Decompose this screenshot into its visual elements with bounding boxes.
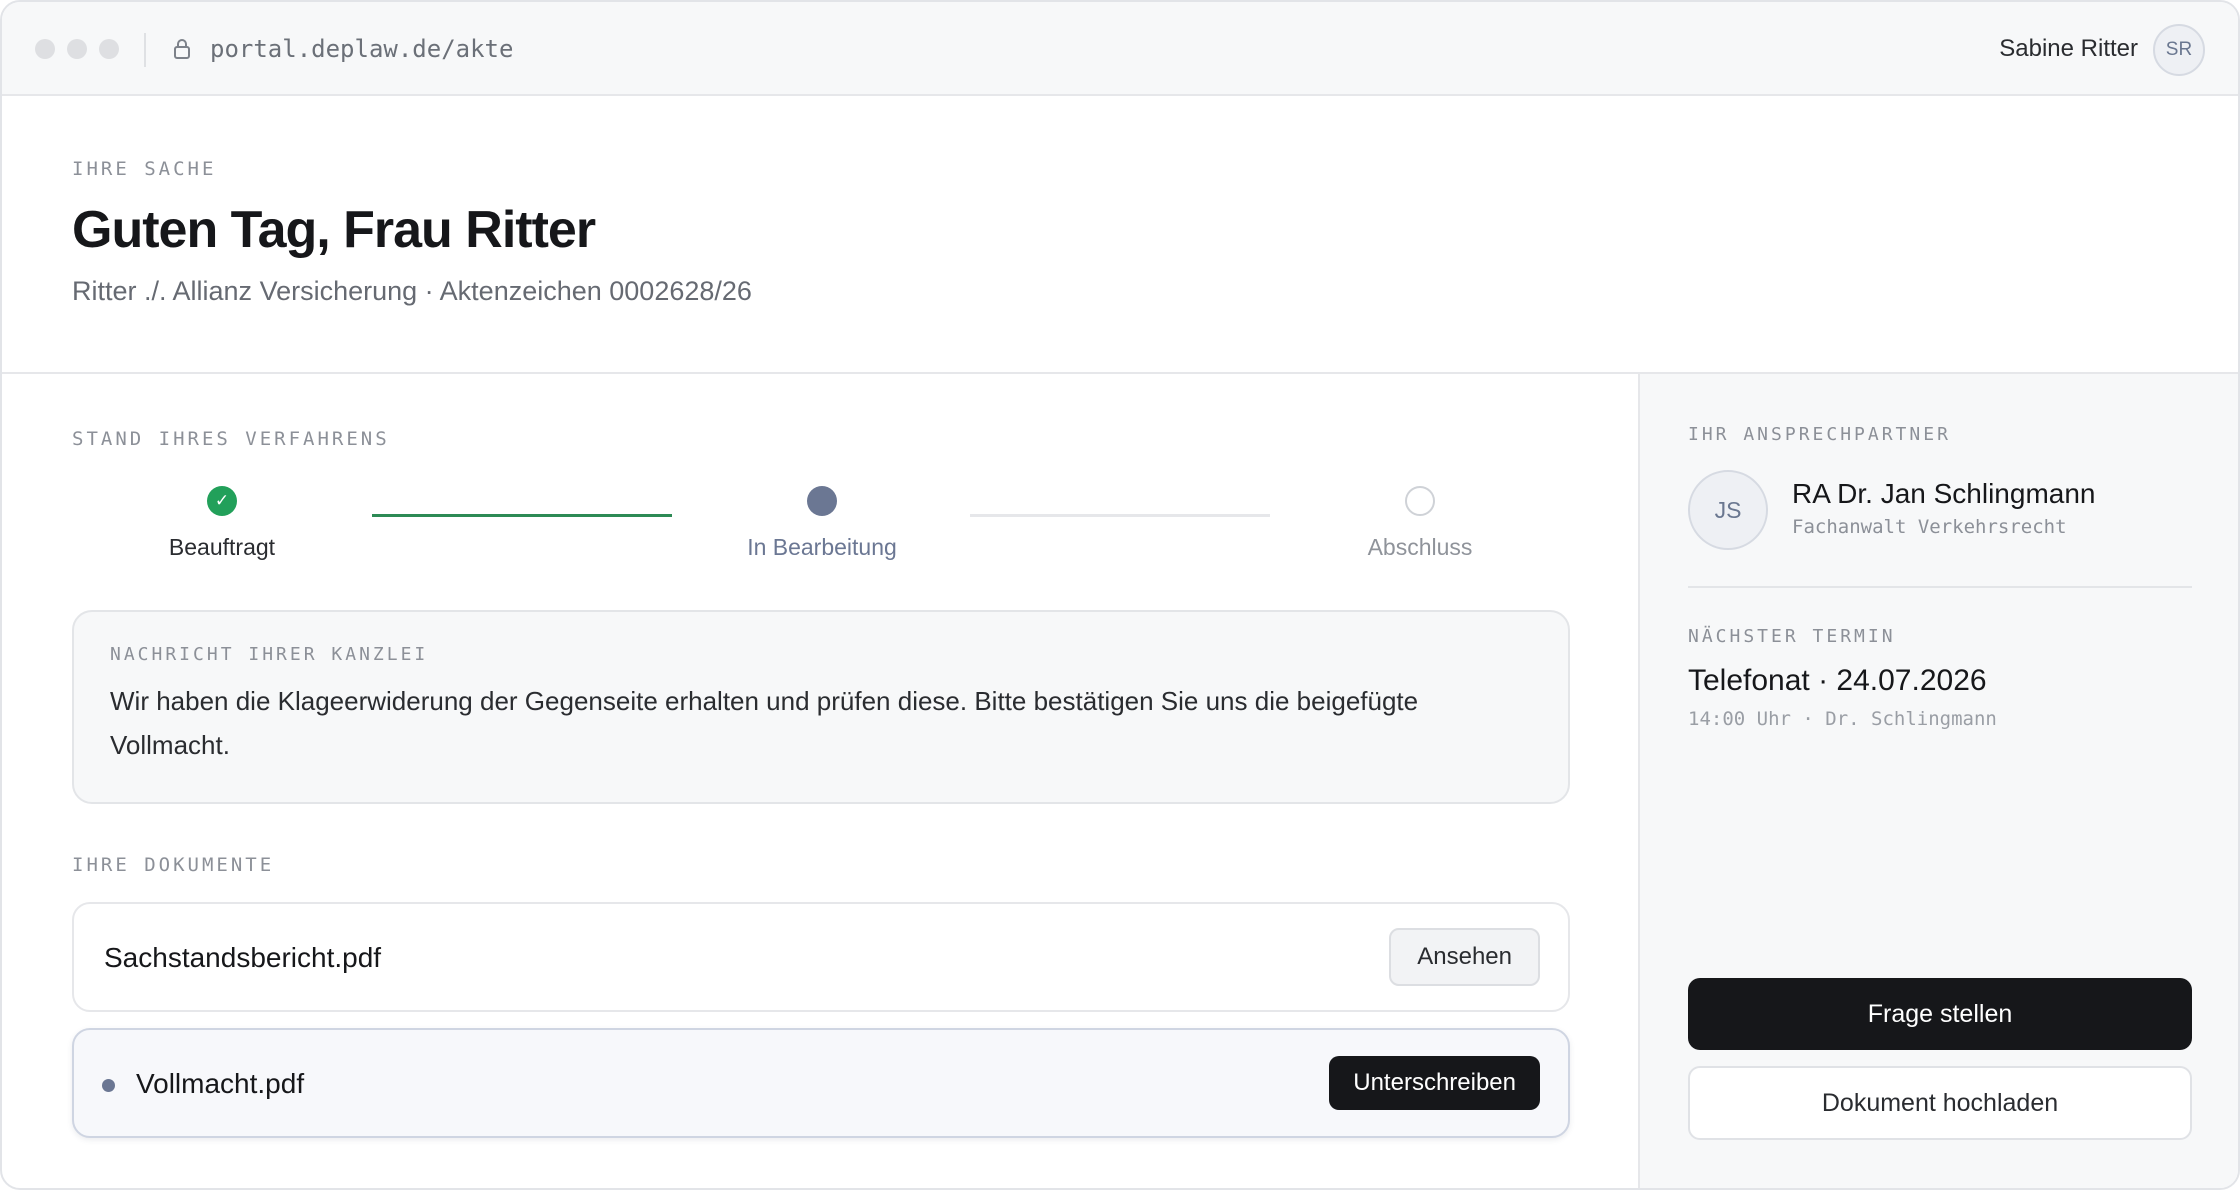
document-row-vollmacht: Vollmacht.pdf Unterschreiben xyxy=(72,1028,1570,1138)
contact-eyebrow: IHR ANSPRECHPARTNER xyxy=(1688,424,1951,445)
step-label: Abschluss xyxy=(1367,534,1473,560)
window-maximize-dot[interactable] xyxy=(99,39,119,59)
user-avatar[interactable]: SR xyxy=(2153,24,2205,76)
step-beauftragt: ✓ Beauftragt xyxy=(72,484,372,561)
sidebar-divider xyxy=(1688,586,2192,588)
sign-document-button[interactable]: Unterschreiben xyxy=(1329,1056,1540,1110)
step-connector-done xyxy=(372,514,672,517)
documents-eyebrow: IHRE DOKUMENTE xyxy=(72,854,275,876)
document-name: Vollmacht.pdf xyxy=(136,1068,305,1099)
step-label: Beauftragt xyxy=(168,534,276,560)
window-minimize-dot[interactable] xyxy=(67,39,87,59)
contact-role: Fachanwalt Verkehrsrecht xyxy=(1792,516,2067,538)
message-eyebrow: NACHRICHT IHRER KANZLEI xyxy=(110,644,429,665)
appointment-details: 14:00 Uhr · Dr. Schlingmann xyxy=(1688,708,1997,730)
user-name: Sabine Ritter xyxy=(1999,35,2138,62)
page-title: Guten Tag, Frau Ritter xyxy=(72,201,596,259)
view-document-button[interactable]: Ansehen xyxy=(1389,928,1540,986)
sidebar: IHR ANSPRECHPARTNER JS RA Dr. Jan Schlin… xyxy=(1638,374,2238,1188)
pending-step-circle-icon xyxy=(1405,486,1435,516)
contact-avatar: JS xyxy=(1688,470,1768,550)
progress-eyebrow: STAND IHRES VERFAHRENS xyxy=(72,428,390,450)
case-header: IHRE SACHE Guten Tag, Frau Ritter Ritter… xyxy=(2,96,2238,374)
toolbar-divider xyxy=(144,33,146,67)
upload-document-button[interactable]: Dokument hochladen xyxy=(1688,1066,2192,1140)
browser-bar: portal.deplaw.de/akte Sabine Ritter SR xyxy=(2,2,2238,96)
step-in-bearbeitung: In Bearbeitung xyxy=(672,484,972,561)
appointment-eyebrow: NÄCHSTER TERMIN xyxy=(1688,626,1896,647)
case-subtitle: Ritter ./. Allianz Versicherung · Aktenz… xyxy=(72,276,752,306)
document-name: Sachstandsbericht.pdf xyxy=(104,942,382,973)
ask-question-button[interactable]: Frage stellen xyxy=(1688,978,2192,1050)
progress-stepper: ✓ Beauftragt In Bearbeitung Abschluss xyxy=(72,484,1570,584)
step-label: In Bearbeitung xyxy=(747,534,897,560)
check-icon: ✓ xyxy=(207,486,237,516)
contact-name: RA Dr. Jan Schlingmann xyxy=(1792,478,2096,509)
main-content: STAND IHRES VERFAHRENS ✓ Beauftragt In B… xyxy=(2,374,1638,1188)
header-eyebrow: IHRE SACHE xyxy=(72,158,217,180)
step-connector-pending xyxy=(970,514,1270,517)
appointment-title: Telefonat · 24.07.2026 xyxy=(1688,664,1987,697)
action-required-dot-icon xyxy=(102,1079,115,1092)
document-row-sachstandsbericht: Sachstandsbericht.pdf Ansehen xyxy=(72,902,1570,1012)
message-body: Wir haben die Klageerwiderung der Gegens… xyxy=(110,686,1419,760)
address-bar[interactable]: portal.deplaw.de/akte xyxy=(210,32,513,66)
portal-window: portal.deplaw.de/akte Sabine Ritter SR I… xyxy=(0,0,2240,1190)
window-close-dot[interactable] xyxy=(35,39,55,59)
current-step-dot-icon xyxy=(807,486,837,516)
firm-message-card: NACHRICHT IHRER KANZLEI Wir haben die Kl… xyxy=(72,610,1570,804)
step-abschluss: Abschluss xyxy=(1270,484,1570,561)
lock-icon xyxy=(174,39,190,59)
